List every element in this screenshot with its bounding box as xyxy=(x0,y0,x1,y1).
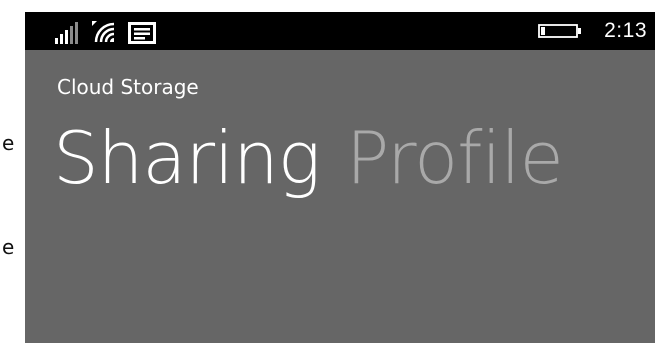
pivot-header-strip: Sharing Profile xyxy=(53,114,589,202)
message-icon xyxy=(128,22,156,44)
pivot-tab-profile[interactable]: Profile xyxy=(346,114,564,202)
wifi-icon xyxy=(92,21,115,43)
status-indicators xyxy=(55,18,156,44)
app-title: Cloud Storage xyxy=(57,75,199,99)
screenshot-frame: e e 2:13 Cloud Storage Sharing Profile xyxy=(0,0,655,343)
signal-strength-icon xyxy=(55,22,78,44)
battery-icon xyxy=(538,24,582,38)
clock-time: 2:13 xyxy=(604,19,647,42)
phone-screen: 2:13 Cloud Storage Sharing Profile xyxy=(25,12,655,343)
status-bar: 2:13 xyxy=(25,12,655,50)
status-right-group: 2:13 xyxy=(538,18,647,44)
edge-text-fragment: e xyxy=(2,131,15,155)
edge-text-fragment: e xyxy=(2,235,15,259)
pivot-tab-sharing[interactable]: Sharing xyxy=(53,114,321,202)
